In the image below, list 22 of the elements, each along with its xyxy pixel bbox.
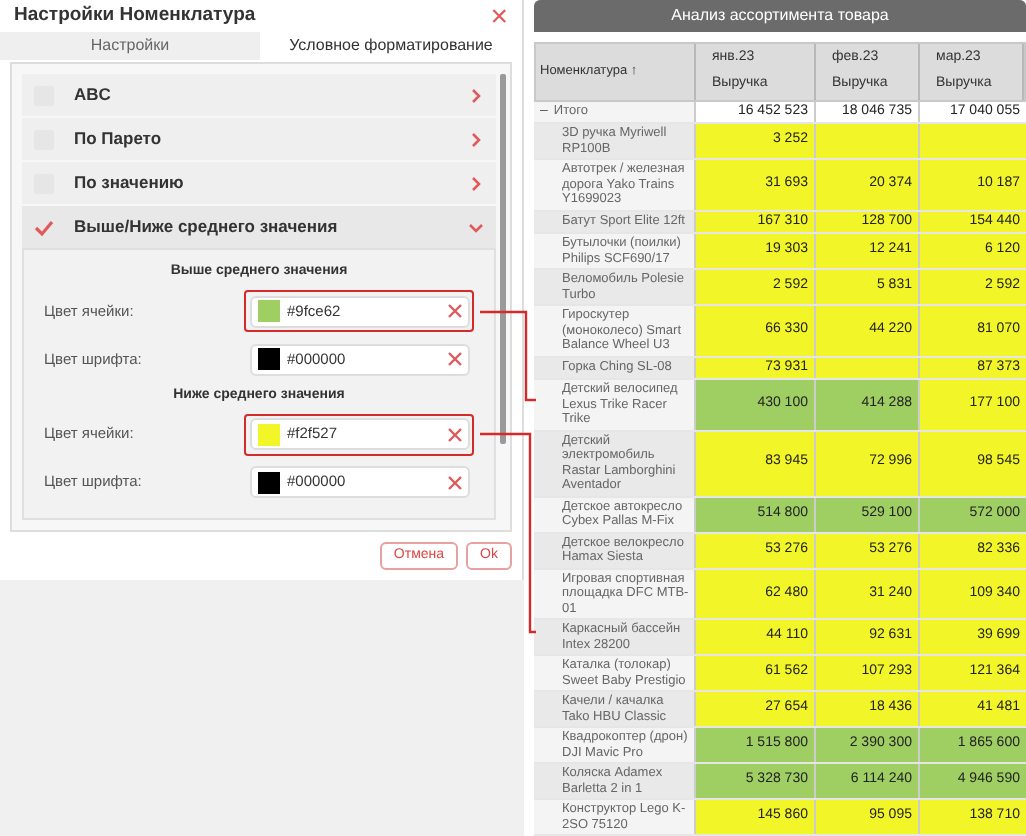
rule-label: Выше/Ниже среднего значения xyxy=(74,214,340,240)
rule-row[interactable]: По значению xyxy=(22,162,496,204)
dialog-title: Настройки Номенклатура xyxy=(14,1,256,30)
chevron-right-icon xyxy=(468,175,484,191)
rule-row[interactable]: По Парето xyxy=(22,118,496,160)
tab[interactable]: Условное форматирование xyxy=(260,32,522,60)
clear-icon[interactable] xyxy=(447,475,461,489)
close-button[interactable]: × xyxy=(490,1,508,32)
clear-icon[interactable] xyxy=(447,427,461,441)
connector-line xyxy=(480,310,536,402)
rule-label: По значению xyxy=(74,170,186,196)
chevron-right-icon xyxy=(468,131,484,147)
scrollbar[interactable] xyxy=(500,74,506,444)
rule-row[interactable]: ABC xyxy=(22,74,496,116)
check-icon[interactable] xyxy=(34,217,54,237)
clear-icon[interactable] xyxy=(447,352,461,366)
rule-label: ABC xyxy=(74,82,113,108)
rule-label: По Парето xyxy=(74,126,164,152)
chevron-down-icon xyxy=(468,219,484,235)
chevron-right-icon xyxy=(468,87,484,103)
report-title: Анализ ассортимента товара xyxy=(671,4,889,29)
clear-icon[interactable] xyxy=(447,304,461,318)
